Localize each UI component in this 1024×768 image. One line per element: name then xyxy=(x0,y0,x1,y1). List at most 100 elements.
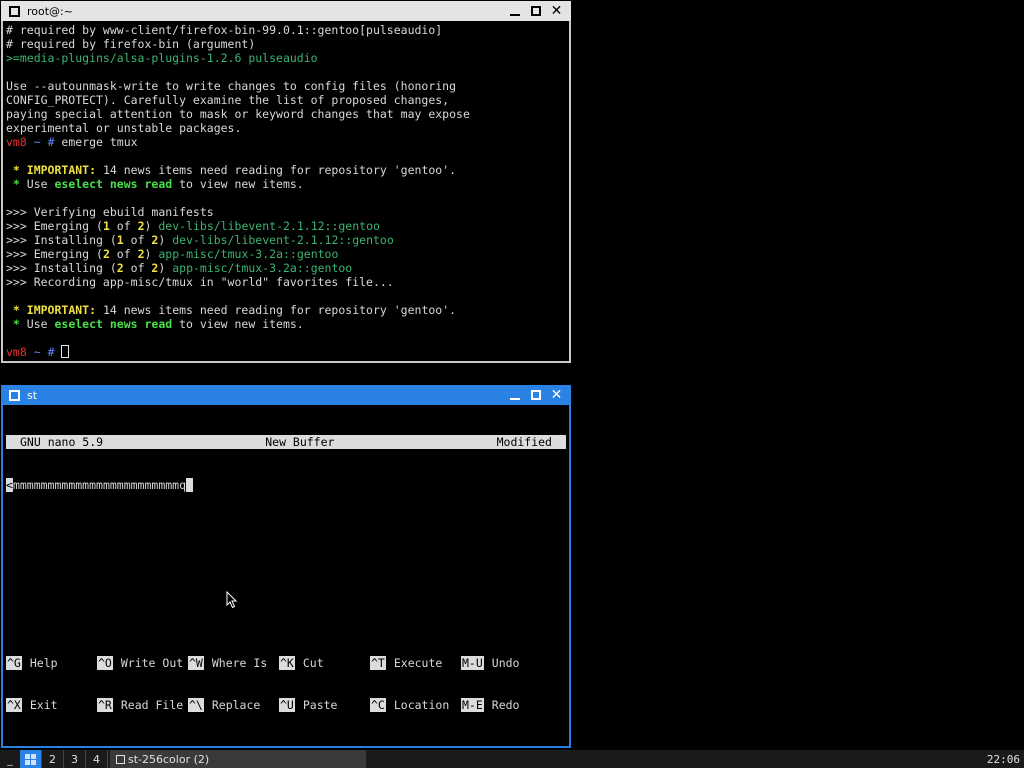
terminal-line: experimental or unstable packages. xyxy=(6,121,569,135)
nano-shortcut: ^K Cut xyxy=(279,656,370,670)
shortcut-label: Redo xyxy=(491,698,520,712)
close-button[interactable]: ✕ xyxy=(546,385,567,405)
shortcut-key: ^C xyxy=(370,698,386,712)
window-menu-icon[interactable] xyxy=(9,5,20,17)
terminal-line: CONFIG_PROTECT). Carefully examine the l… xyxy=(6,93,569,107)
nano-shortcut: ^W Where Is xyxy=(188,656,279,670)
terminal-text: # required by www-client/firefox-bin-99.… xyxy=(6,23,443,37)
terminal-text: of xyxy=(123,261,152,275)
nano-shortcut: M-U Undo xyxy=(461,656,552,670)
workspace-4-button[interactable]: 4 xyxy=(86,750,108,768)
terminal-text: ) xyxy=(144,247,159,261)
minimize-button[interactable] xyxy=(504,1,525,21)
terminal-prompt[interactable]: vm8 ~ # xyxy=(6,345,569,359)
shortcut-key: ^W xyxy=(188,656,204,670)
terminal-text: emerge tmux xyxy=(61,135,138,149)
terminal-text: * xyxy=(6,163,27,177)
terminal-text: vm8 xyxy=(6,135,27,149)
maximize-button[interactable] xyxy=(525,385,546,405)
terminal-window-root[interactable]: root@:~ ✕ # required by www-client/firef… xyxy=(1,1,571,363)
shortcut-label: Cut xyxy=(302,656,324,670)
window-menu-icon[interactable] xyxy=(9,389,20,401)
shortcut-label: Read File xyxy=(120,698,184,712)
terminal-line: >>> Installing (1 of 2) dev-libs/libeven… xyxy=(6,233,569,247)
nano-editor[interactable]: GNU nano 5.9 New Buffer Modified <mmmmmm… xyxy=(6,407,566,743)
terminal-text: Use --autounmask-write to write changes … xyxy=(6,79,457,93)
window-titlebar[interactable]: root@:~ ✕ xyxy=(1,1,571,21)
terminal-cursor xyxy=(61,345,70,358)
nano-shortcut: ^U Paste xyxy=(279,698,370,712)
maximize-button[interactable] xyxy=(525,1,546,21)
nano-shortcut: ^O Write Out xyxy=(97,656,188,670)
terminal-text: >>> Installing ( xyxy=(6,261,117,275)
terminal-text: 1 xyxy=(102,219,110,233)
terminal-line: >=media-plugins/alsa-plugins-1.2.6 pulse… xyxy=(6,51,569,65)
workspace-2-button[interactable]: 2 xyxy=(42,750,64,768)
nano-shortcut-bar: ^G Help ^O Write Out ^W Where Is ^K Cut ^T Execut… xyxy=(6,628,566,740)
terminal-line: # required by firefox-bin (argument) xyxy=(6,37,569,51)
nano-shortcut: ^C Location xyxy=(370,698,461,712)
shortcut-label: Undo xyxy=(491,656,520,670)
terminal-text: >>> Recording app-misc/tmux in "world" f… xyxy=(6,275,394,289)
minimize-button[interactable] xyxy=(504,385,525,405)
terminal-text: to view new items. xyxy=(172,317,304,331)
nano-shortcut: ^G Help xyxy=(6,656,97,670)
terminal-line: >>> Emerging (2 of 2) app-misc/tmux-3.2a… xyxy=(6,247,569,261)
shortcut-key: ^O xyxy=(97,656,113,670)
terminal-line: >>> Verifying ebuild manifests xyxy=(6,205,569,219)
terminal-window-st[interactable]: st ✕ GNU nano 5.9 New Buffer Modified <m… xyxy=(1,385,571,748)
terminal-text: paying special attention to mask or keyw… xyxy=(6,107,470,121)
maximize-icon xyxy=(530,6,541,16)
terminal-text: 2 xyxy=(137,219,145,233)
workspace-1-button[interactable] xyxy=(20,750,42,768)
window-titlebar[interactable]: st ✕ xyxy=(1,385,571,405)
nano-version: GNU nano 5.9 xyxy=(20,435,104,449)
close-icon: ✕ xyxy=(550,387,563,403)
terminal-text: CONFIG_PROTECT). Carefully examine the l… xyxy=(6,93,450,107)
terminal-text: to view new items. xyxy=(172,177,304,191)
shortcut-key: M-E xyxy=(461,698,484,712)
shortcut-label: Paste xyxy=(302,698,338,712)
shortcut-label: Help xyxy=(29,656,58,670)
close-button[interactable]: ✕ xyxy=(546,1,567,21)
terminal-text: IMPORTANT: xyxy=(26,163,97,177)
nano-buffer-name: New Buffer xyxy=(265,435,335,449)
terminal-line: * IMPORTANT: 14 news items need reading … xyxy=(6,303,569,317)
terminal-text: ) xyxy=(158,261,173,275)
nano-shortcut: M-E Redo xyxy=(461,698,552,712)
taskbar: _ 2 3 4 st-256color (2) 22:06 xyxy=(0,750,1024,768)
nano-shortcut: ^R Read File xyxy=(97,698,188,712)
terminal-line: >>> Recording app-misc/tmux in "world" f… xyxy=(6,275,569,289)
nano-line-content[interactable]: mmmmmmmmmmmmmmmmmmmmmmmmq xyxy=(13,478,186,492)
nano-text-line[interactable]: <mmmmmmmmmmmmmmmmmmmmmmmmq xyxy=(6,478,566,492)
prompt-dir: ~ xyxy=(26,345,48,359)
terminal-line: # required by www-client/firefox-bin-99.… xyxy=(6,23,569,37)
terminal-text: ~ xyxy=(26,135,48,149)
terminal-output[interactable]: # required by www-client/firefox-bin-99.… xyxy=(6,23,569,359)
nano-status: Modified xyxy=(496,435,552,449)
taskbar-task-st[interactable]: st-256color (2) xyxy=(110,750,366,768)
terminal-line: >>> Installing (2 of 2) app-misc/tmux-3.… xyxy=(6,261,569,275)
terminal-text: Use xyxy=(26,317,55,331)
shortcut-key: ^K xyxy=(279,656,295,670)
nano-shortcut: ^X Exit xyxy=(6,698,97,712)
taskbar-menu-button[interactable]: _ xyxy=(0,753,20,766)
shortcut-label: Exit xyxy=(29,698,58,712)
workspace-3-button[interactable]: 3 xyxy=(64,750,86,768)
terminal-text: app-misc/tmux-3.2a::gentoo xyxy=(158,247,339,261)
clock: 22:06 xyxy=(986,752,1020,766)
task-label: st-256color (2) xyxy=(128,752,210,766)
prompt-host: vm8 xyxy=(6,345,27,359)
shortcut-label: Execute xyxy=(393,656,443,670)
text-cursor xyxy=(186,478,194,492)
terminal-line: Use --autounmask-write to write changes … xyxy=(6,79,569,93)
workspace-grid-icon xyxy=(25,753,36,765)
terminal-text: eselect news read xyxy=(54,177,173,191)
terminal-line: vm8 ~ # emerge tmux xyxy=(6,135,569,149)
terminal-text: * xyxy=(6,177,27,191)
terminal-text: # xyxy=(47,135,62,149)
